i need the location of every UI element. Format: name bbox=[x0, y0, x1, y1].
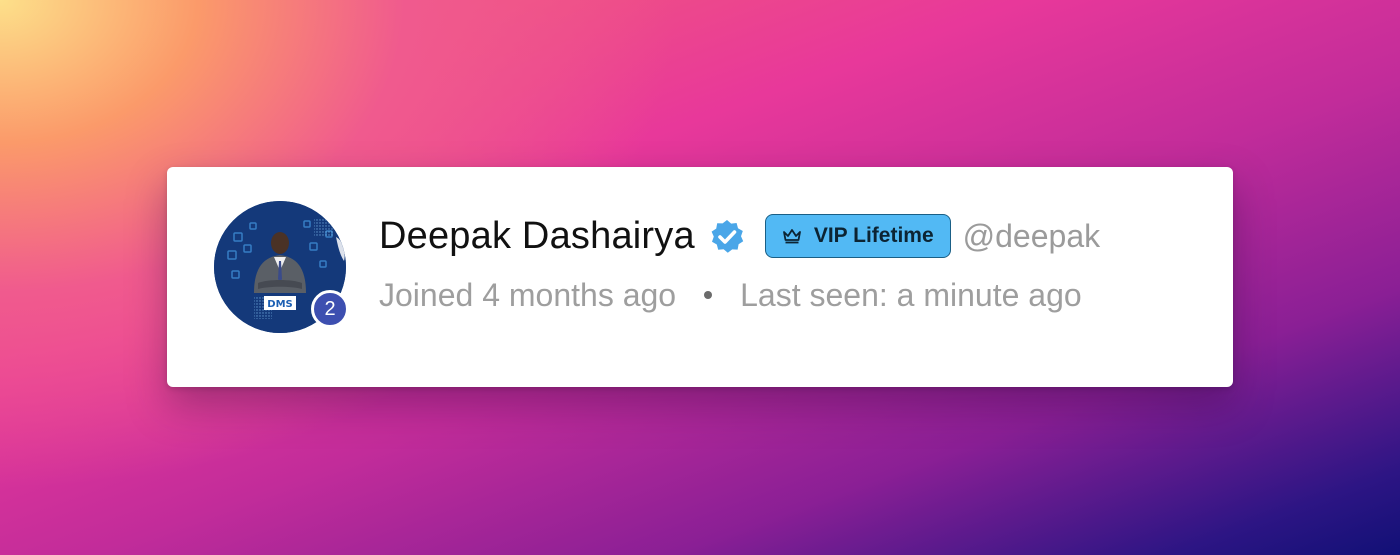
dot-separator bbox=[704, 291, 713, 299]
verified-badge-icon bbox=[711, 220, 744, 253]
avatar-container[interactable]: DMS 2 bbox=[214, 201, 349, 333]
crown-icon bbox=[782, 229, 801, 244]
last-seen-text: Last seen: a minute ago bbox=[740, 276, 1082, 313]
avatar-logo-text: DMS bbox=[267, 299, 292, 310]
notification-count-badge[interactable]: 2 bbox=[311, 290, 349, 328]
vip-badge-label: VIP Lifetime bbox=[813, 224, 934, 247]
user-name[interactable]: Deepak Dashairya bbox=[379, 215, 695, 258]
user-handle[interactable]: @deepak bbox=[963, 218, 1100, 255]
vip-lifetime-badge[interactable]: VIP Lifetime bbox=[764, 214, 951, 258]
name-row: Deepak Dashairya VIP Lifetime @deepak bbox=[379, 211, 1100, 261]
meta-row: Joined 4 months ago Last seen: a minute … bbox=[379, 272, 1082, 318]
profile-card: DMS 2 Deepak Dashairya VIP Lifetime @dee… bbox=[167, 167, 1233, 387]
joined-text: Joined 4 months ago bbox=[379, 276, 677, 313]
gradient-background: DMS 2 Deepak Dashairya VIP Lifetime @dee… bbox=[0, 0, 1400, 555]
